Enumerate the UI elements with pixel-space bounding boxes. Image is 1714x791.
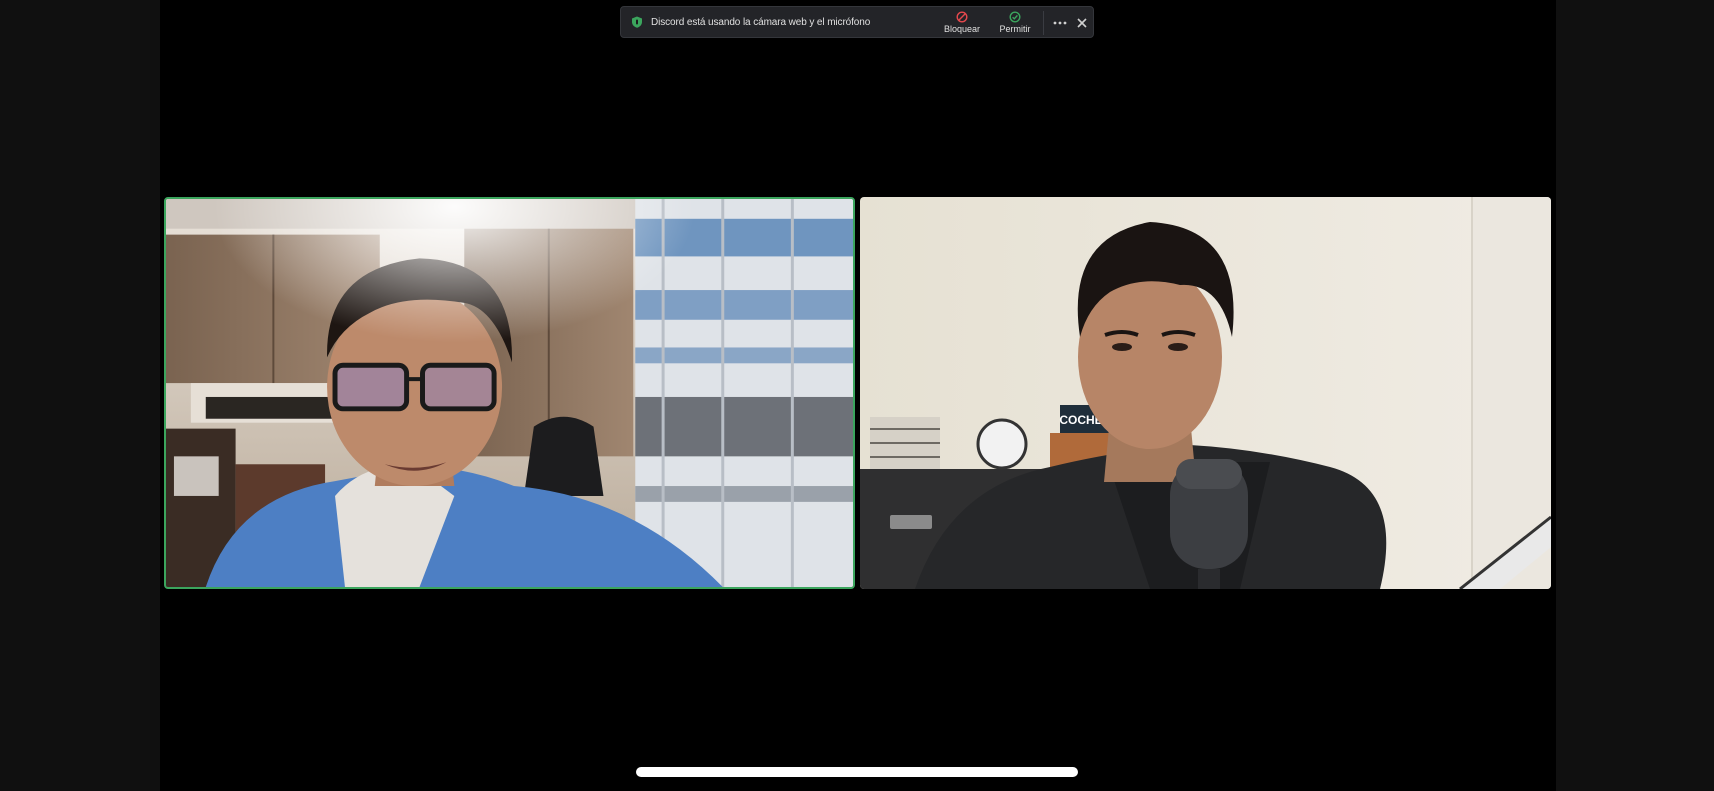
block-button[interactable]: Bloquear	[939, 10, 985, 36]
participant-video-feed-right: COCHES	[860, 197, 1551, 589]
shield-icon	[632, 16, 642, 28]
close-icon[interactable]	[1075, 16, 1089, 30]
permission-banner: Discord está usando la cámara web y el m…	[620, 6, 1094, 38]
allow-label: Permitir	[999, 24, 1031, 34]
block-icon	[956, 11, 968, 23]
more-horizontal-icon[interactable]	[1052, 16, 1068, 30]
participant-video-left[interactable]	[164, 197, 855, 589]
permission-message: Discord está usando la cámara web y el m…	[651, 17, 871, 28]
participant-video-feed-left	[166, 199, 853, 587]
home-indicator	[636, 767, 1078, 777]
banner-divider	[1043, 11, 1044, 35]
allow-button[interactable]: Permitir	[992, 10, 1038, 36]
check-circle-icon	[1009, 11, 1021, 23]
participant-video-right[interactable]: COCHES	[860, 197, 1551, 589]
block-label: Bloquear	[943, 24, 981, 34]
